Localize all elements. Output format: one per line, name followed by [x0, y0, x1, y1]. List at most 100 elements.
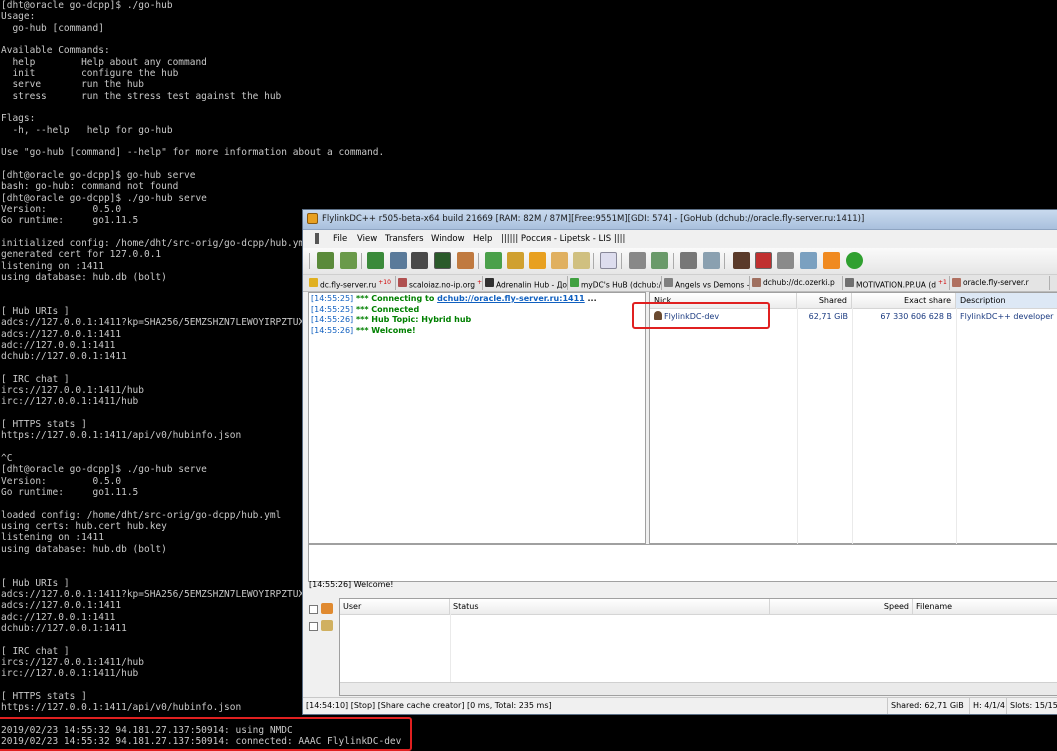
hub-tab[interactable]: MOTIVATION.PP.UA (d +1 [843, 276, 950, 290]
toolbar-separator [621, 253, 622, 269]
transfers-header: User Status Speed Filename [340, 599, 1057, 615]
status-bar: [14:54:10] [Stop] [Share cache creator] … [303, 697, 1057, 714]
notepad-icon[interactable] [573, 252, 590, 269]
rss-icon[interactable] [823, 252, 840, 269]
chat-text: *** Hub Topic: Hybrid hub [353, 315, 472, 324]
user-list[interactable]: Nick Shared Exact share Description Flyl… [649, 292, 1057, 545]
hub-tab[interactable]: Adrenalin Hub - Доб+5 [483, 276, 568, 290]
broom-icon[interactable] [321, 620, 333, 631]
chat-text: *** Connected [353, 304, 420, 314]
terminal-line: serve run the hub [1, 79, 144, 91]
public-hubs-icon[interactable] [317, 252, 334, 269]
chat-text: *** Welcome! [353, 325, 416, 335]
lightning-icon[interactable] [529, 252, 546, 269]
column-divider [852, 308, 853, 545]
hub-tab[interactable]: dchub://dc.ozerki.p [750, 276, 843, 290]
hub-tab-icon [570, 278, 579, 287]
download-icon[interactable] [485, 252, 502, 269]
hub-tab-label: Adrenalin Hub - Доб [496, 280, 568, 290]
online-status-icon[interactable] [846, 252, 863, 269]
column-shared[interactable]: Shared [797, 293, 852, 308]
hub-tab[interactable]: dc.fly-server.ru +10 [307, 276, 396, 290]
transfers-list[interactable]: User Status Speed Filename [339, 598, 1057, 696]
terminal-line: -h, --help help for go-hub [1, 124, 173, 136]
user-icon[interactable] [733, 252, 750, 269]
hub-tab-badge: +10 [378, 279, 391, 286]
chat-area[interactable]: [14:55:25] *** Connecting to dchub://ora… [308, 292, 646, 544]
chat-hub-link[interactable]: dchub://oracle.fly-server.ru:1411 [437, 294, 585, 303]
chat-timestamp: [14:55:26] [311, 325, 354, 335]
status-hubs: H: 4/1/4 [969, 698, 1008, 714]
hub-tab[interactable]: Angels vs Demons -+1 [662, 276, 750, 290]
column-divider [797, 308, 798, 545]
queue-icon[interactable] [411, 252, 428, 269]
terminal-line: bash: go-hub: command not found [1, 181, 179, 193]
finished-icon[interactable] [434, 252, 451, 269]
menu-help[interactable]: Help [473, 234, 492, 244]
terminal-line: help Help about any command [1, 56, 207, 68]
terminal-line: Available Commands: [1, 45, 110, 57]
menu-transfers[interactable]: Transfers [385, 234, 424, 244]
hub-status-line: [14:55:26] Welcome! [309, 580, 394, 589]
favorite-hubs-icon[interactable] [367, 252, 384, 269]
terminal-line: [dht@oracle go-dcpp]$ ./go-hub serve [1, 192, 207, 204]
app-icon [307, 213, 318, 224]
toolbar [303, 248, 1057, 275]
column-divider [450, 614, 451, 682]
folder-icon[interactable] [551, 252, 568, 269]
transfers-panel: User Status Speed Filename [308, 598, 1057, 696]
adl-search-icon[interactable] [629, 252, 646, 269]
user-exact-share: 67 330 606 628 B [880, 312, 952, 321]
terminal-line: [dht@oracle go-dcpp]$ go-hub serve [1, 169, 196, 181]
settings-icon[interactable] [800, 252, 817, 269]
search-icon[interactable] [600, 252, 617, 269]
reconnect-icon[interactable] [340, 252, 357, 269]
menu-file[interactable]: File [333, 234, 347, 244]
chat-line: [14:55:26] *** Hub Topic: Hybrid hub [311, 315, 643, 326]
hub-tab[interactable]: oracle.fly-server.r [950, 276, 1050, 290]
away-icon[interactable] [755, 252, 772, 269]
toolbar-separator [724, 253, 725, 269]
nick-highlight-box [632, 302, 770, 329]
chat-line: [14:55:26] *** Welcome! [311, 326, 643, 337]
hub-tab-label: Angels vs Demons - [675, 280, 750, 290]
hub-tab-icon [752, 278, 761, 287]
status-slots: Slots: 15/15 ( [1006, 698, 1057, 714]
chat-text: *** Connecting to [353, 294, 438, 303]
hub-tab[interactable]: scaloiaz.no-ip.org+2 [396, 276, 483, 290]
menu-view[interactable]: View [357, 234, 377, 244]
column-divider [956, 308, 957, 545]
network-stats-icon[interactable] [703, 252, 720, 269]
hub-tab-icon [664, 278, 673, 287]
search-spy-icon[interactable] [651, 252, 668, 269]
menu-window[interactable]: Window [431, 234, 465, 244]
terminal-line: Usage: [1, 11, 36, 23]
column-description[interactable]: Description [956, 293, 1057, 308]
transfer-filter-checkbox[interactable] [309, 605, 318, 614]
toolbar-separator [593, 253, 594, 269]
queue-toggle-icon[interactable] [321, 603, 333, 614]
toolbar-separator [309, 253, 310, 269]
column-speed[interactable]: Speed [770, 599, 913, 614]
hub-tab-icon [309, 278, 318, 287]
status-shared: Shared: 62,71 GiB [887, 698, 967, 714]
hub-tab-badge: +1 [938, 279, 947, 286]
flylinkdc-window[interactable]: FlylinkDC++ r505-beta-x64 build 21669 [R… [302, 209, 1057, 715]
hub-tab-icon [845, 278, 854, 287]
transfer-filter-checkbox[interactable] [309, 622, 318, 631]
column-exact-share[interactable]: Exact share [852, 293, 956, 308]
window-titlebar[interactable]: FlylinkDC++ r505-beta-x64 build 21669 [R… [303, 210, 1057, 230]
column-filename[interactable]: Filename [913, 599, 1057, 614]
hub-tab[interactable]: myDC's HuB (dchub:/+2 [568, 276, 662, 290]
users-icon[interactable] [390, 252, 407, 269]
upload-queue-icon[interactable] [457, 252, 474, 269]
upload-icon[interactable] [507, 252, 524, 269]
ui-settings-icon[interactable] [777, 252, 794, 269]
hub-tab-icon [398, 278, 407, 287]
keyboard-icon[interactable] [680, 252, 697, 269]
hub-tab-label: dc.fly-server.ru [320, 280, 377, 290]
column-user[interactable]: User [340, 599, 450, 614]
column-status[interactable]: Status [450, 599, 770, 614]
horizontal-scrollbar[interactable] [340, 682, 1057, 695]
